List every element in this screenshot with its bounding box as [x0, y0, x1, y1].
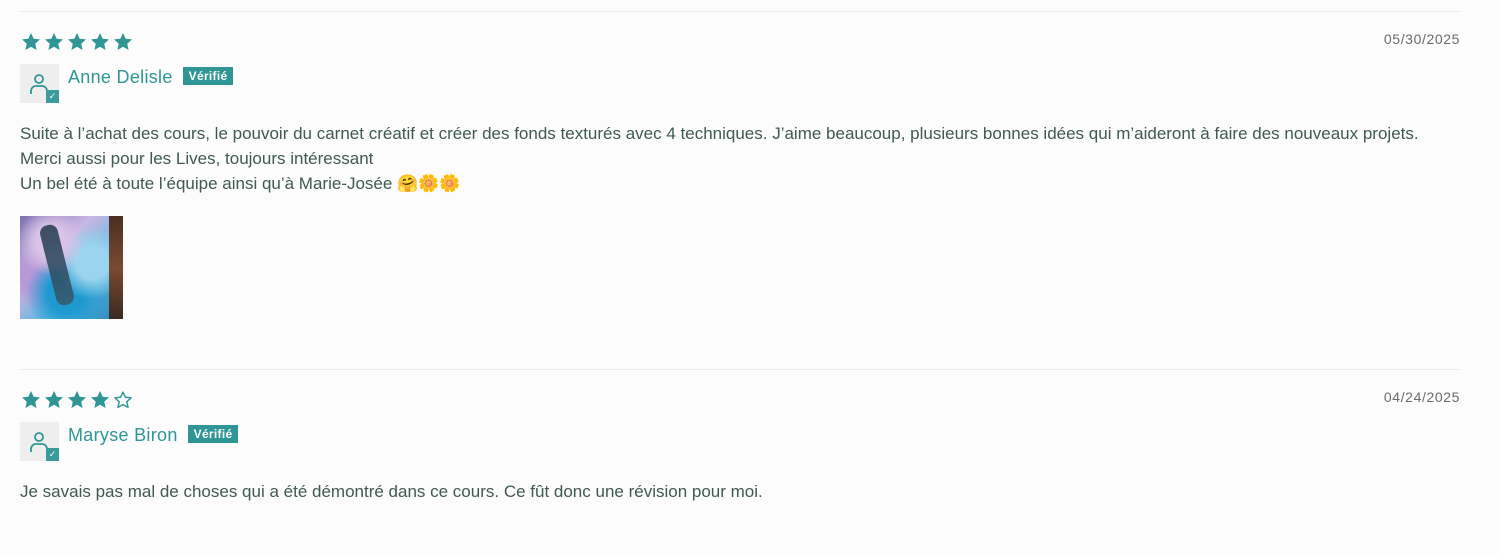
review-body: Suite à l’achat des cours, le pouvoir du…: [20, 121, 1460, 196]
star-rating: [20, 31, 1460, 53]
review-text: Suite à l’achat des cours, le pouvoir du…: [20, 124, 1419, 143]
check-icon: ✓: [46, 447, 59, 461]
star-rating: [20, 389, 1460, 411]
star-filled-icon: [66, 31, 88, 53]
star-filled-icon: [112, 31, 134, 53]
review-text: Merci aussi pour les Lives, toujours int…: [20, 149, 374, 168]
review-date: 05/30/2025: [1383, 31, 1460, 47]
review-photo-thumbnail[interactable]: [20, 216, 123, 319]
divider: [20, 369, 1460, 370]
reviews-list: 05/30/2025 ✓ Anne Delisle Vérifié Suite …: [0, 0, 1500, 555]
star-filled-icon: [66, 389, 88, 411]
avatar: ✓: [20, 63, 59, 103]
review-item: 04/24/2025 ✓ Maryse Biron Vérifié Je sav…: [20, 389, 1460, 504]
star-filled-icon: [43, 389, 65, 411]
review-author: ✓ Maryse Biron Vérifié: [20, 421, 1460, 461]
divider: [20, 11, 1460, 12]
author-name[interactable]: Maryse Biron: [68, 425, 178, 446]
review-item: 05/30/2025 ✓ Anne Delisle Vérifié Suite …: [20, 31, 1460, 319]
check-icon: ✓: [46, 89, 59, 103]
star-outline-icon: [112, 389, 134, 411]
review-text: Je savais pas mal de choses qui a été dé…: [20, 482, 763, 501]
review-text: Un bel été à toute l’équipe ainsi qu’à M…: [20, 174, 461, 193]
review-body: Je savais pas mal de choses qui a été dé…: [20, 479, 1460, 504]
star-filled-icon: [20, 31, 42, 53]
star-filled-icon: [89, 31, 111, 53]
review-date: 04/24/2025: [1383, 389, 1460, 405]
verified-badge: Vérifié: [182, 67, 234, 85]
avatar: ✓: [20, 421, 59, 461]
author-name[interactable]: Anne Delisle: [68, 67, 173, 88]
verified-badge: Vérifié: [187, 425, 239, 443]
star-filled-icon: [43, 31, 65, 53]
review-author: ✓ Anne Delisle Vérifié: [20, 63, 1460, 103]
star-filled-icon: [89, 389, 111, 411]
star-filled-icon: [20, 389, 42, 411]
